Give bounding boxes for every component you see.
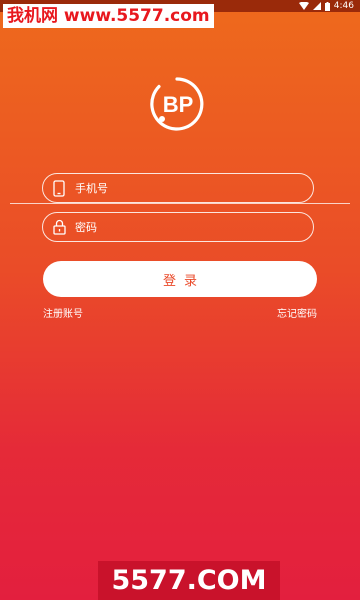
register-link[interactable]: 注册账号: [43, 305, 83, 320]
status-icons: 4:46: [298, 0, 354, 12]
watermark-top: 我机网 www.5577.com: [3, 4, 214, 28]
password-input[interactable]: [75, 220, 295, 234]
forgot-password-link[interactable]: 忘记密码: [277, 305, 317, 320]
login-button[interactable]: 登录: [43, 261, 317, 297]
wifi-icon: [298, 2, 309, 10]
watermark-bottom: 5577.COM: [98, 561, 280, 600]
phone-field[interactable]: [42, 173, 314, 203]
phone-icon: [43, 179, 75, 197]
login-screen: 4:46 我机网 www.5577.com BP 登录 注册账号 忘记密码 55…: [0, 0, 360, 600]
battery-icon: [324, 1, 330, 11]
bp-logo: BP: [150, 77, 204, 131]
phone-input[interactable]: [75, 181, 295, 195]
status-time: 4:46: [333, 1, 354, 11]
signal-icon: [312, 2, 321, 10]
logo-text: BP: [163, 92, 194, 117]
lock-icon: [43, 219, 75, 235]
password-field[interactable]: [42, 212, 314, 242]
divider-line: [10, 203, 350, 204]
